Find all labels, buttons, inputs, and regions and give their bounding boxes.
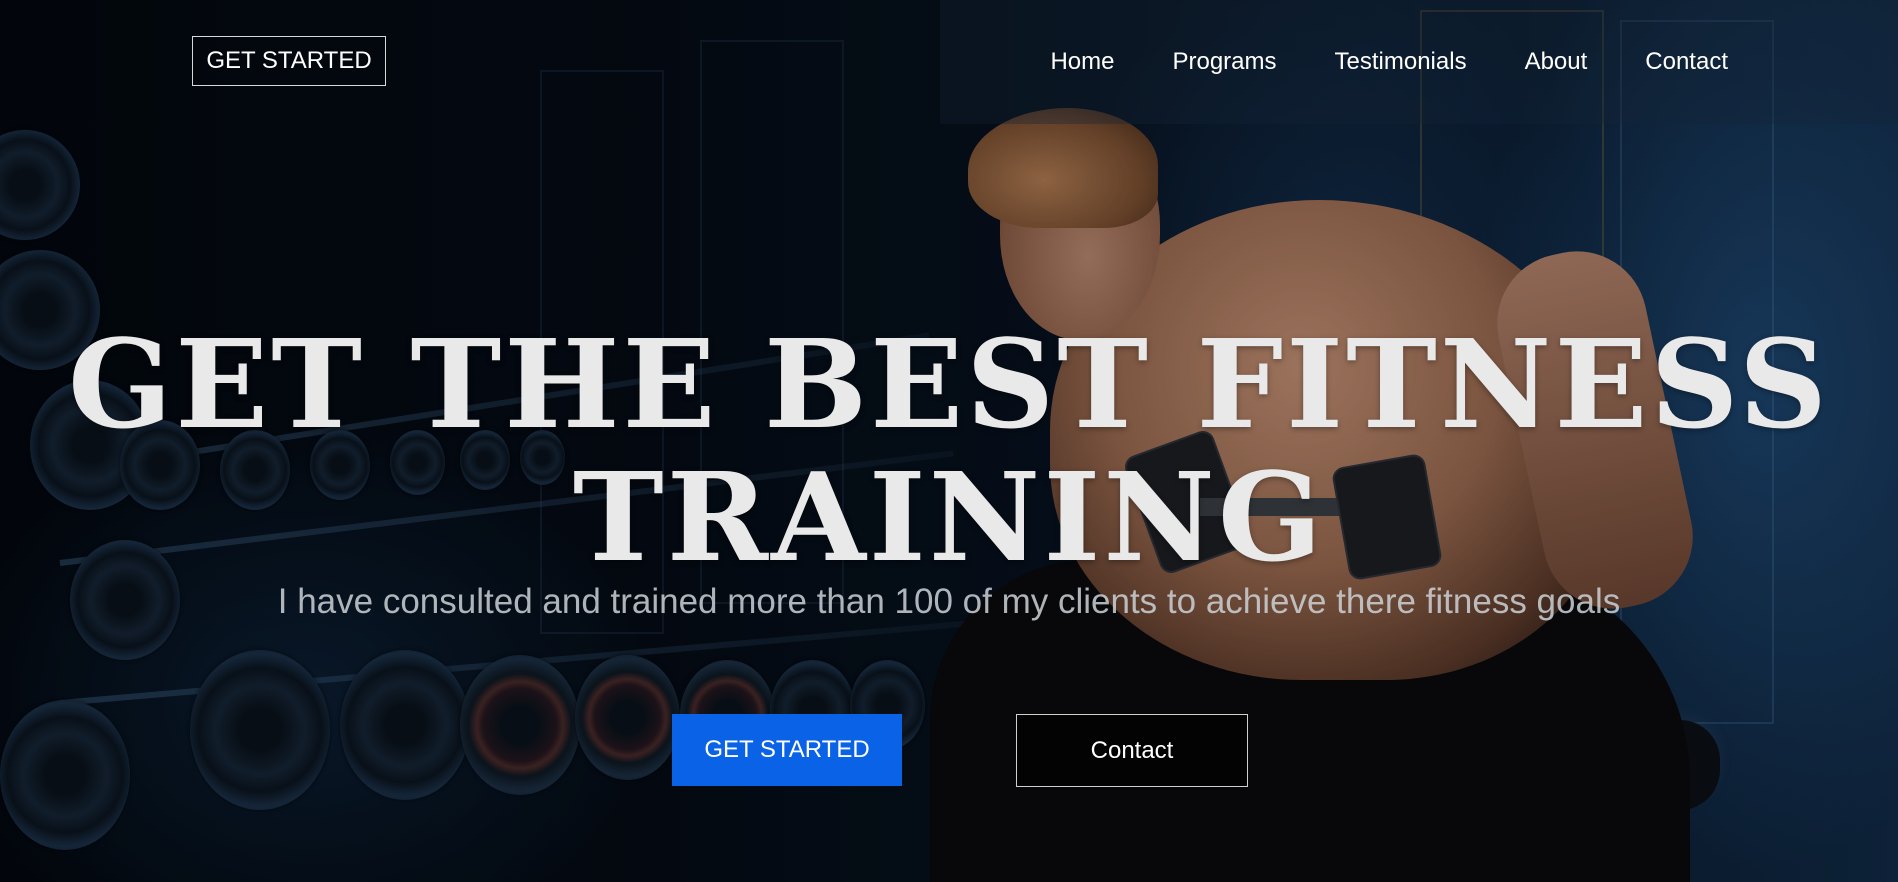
main-nav: Home Programs Testimonials About Contact bbox=[1050, 44, 1728, 80]
nav-home[interactable]: Home bbox=[1050, 44, 1114, 80]
hero-headline-line2: TRAINING bbox=[572, 445, 1326, 589]
get-started-button[interactable]: GET STARTED bbox=[672, 714, 902, 786]
header-get-started-button[interactable]: GET STARTED bbox=[192, 36, 386, 86]
hero-headline: GET THE BEST FITNESS TRAINING bbox=[0, 318, 1898, 584]
hero-subtitle: I have consulted and trained more than 1… bbox=[277, 582, 1621, 621]
nav-testimonials[interactable]: Testimonials bbox=[1335, 44, 1467, 80]
nav-about[interactable]: About bbox=[1525, 44, 1588, 80]
nav-programs[interactable]: Programs bbox=[1172, 44, 1276, 80]
nav-contact[interactable]: Contact bbox=[1645, 44, 1728, 80]
hero-headline-line1: GET THE BEST FITNESS bbox=[68, 312, 1830, 456]
contact-button[interactable]: Contact bbox=[1016, 714, 1248, 787]
